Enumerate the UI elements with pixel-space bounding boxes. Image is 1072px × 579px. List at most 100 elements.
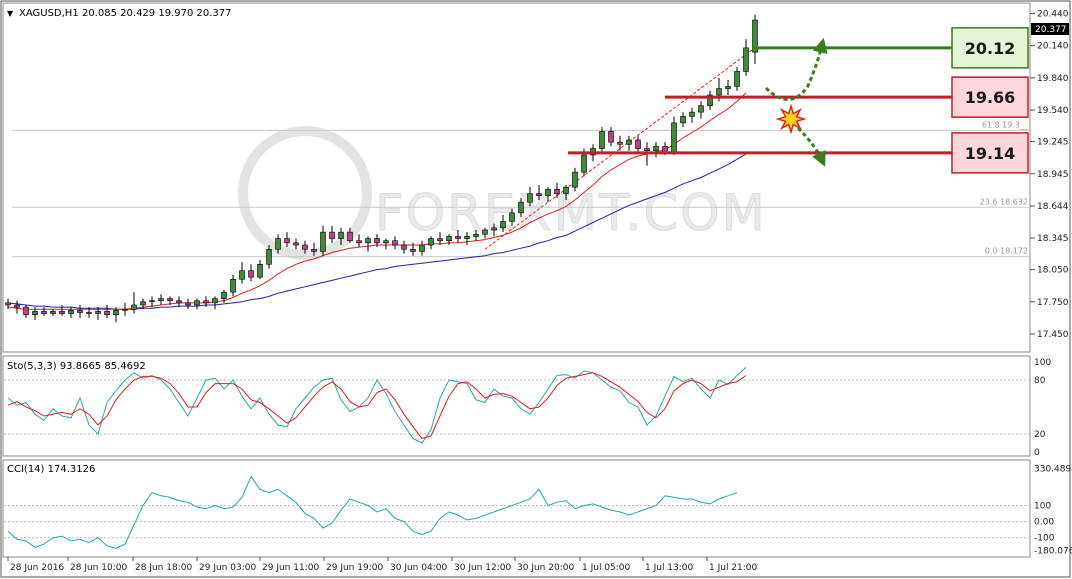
candle-body [302,244,308,250]
candle-body [473,233,479,237]
stochastic-tick-label: 0 [1034,448,1040,458]
candle-body [671,122,677,154]
candle-body [491,227,497,231]
time-tick-label: 29 Jun 03:00 [199,563,256,573]
candle-body [428,238,434,246]
price-tick-label: 19.840 [1037,74,1069,84]
candle-body [266,248,272,265]
stochastic-tick-label: 20 [1034,430,1046,440]
candle-body [554,188,560,194]
level-box-label: 19.14 [965,144,1016,163]
candle-body [356,240,362,244]
candle-body [419,244,425,252]
candle-body [221,291,227,299]
stochastic-label: Sto(5,3,3) 93.8665 85.4692 [7,361,146,372]
price-tick-label: 17.450 [1037,330,1069,340]
candle-body [275,238,281,250]
candle-body [131,304,137,310]
candle-body [743,47,749,72]
candle-body [563,186,569,194]
price-tick-label: 18.945 [1037,170,1069,180]
time-tick-label: 29 Jun 19:00 [326,563,383,573]
candle-body [392,240,398,246]
fibo-label: 61.8 19.3__ [982,120,1029,129]
cci-tick-label: -100 [1034,534,1055,544]
price-panel [2,2,1031,353]
candle-body [59,311,65,314]
stochastic-tick-label: 80 [1034,376,1046,386]
candle-body [77,310,83,313]
candle-body [212,298,218,304]
price-tick-label: 20.140 [1037,42,1069,52]
candle-body [644,148,650,152]
ohlc-readout: 20.085 20.429 19.970 20.377 [82,8,232,19]
candle-body [41,311,47,314]
candle-body [401,244,407,250]
candle-body [293,242,299,246]
candle-body [410,248,416,252]
candle-body [194,300,200,306]
candle-body [365,238,371,244]
time-tick-label: 28 Jun 2016 [10,563,64,573]
candle-body [527,193,533,203]
candle-body [203,300,209,304]
candle-body [716,88,722,96]
candle-body [698,105,704,113]
candle-body [464,236,470,239]
candle-body [383,240,389,244]
symbol-label: XAGUSD,H1 [19,8,79,19]
candle-body [536,193,542,197]
level-box-label: 19.66 [965,88,1016,107]
candle-body [50,311,56,314]
candle-body [140,301,146,306]
candle-body [572,171,578,188]
candle-body [158,298,164,302]
candle-body [347,231,353,242]
price-tick-label: 19.540 [1037,106,1069,116]
price-tick-label: 18.644 [1037,202,1069,212]
candle-body [329,231,335,239]
cci-tick-label: 100 [1034,501,1051,511]
price-tick-label: 17.750 [1037,298,1069,308]
candle-body [635,139,641,149]
candle-body [113,310,119,315]
breakout-burst-icon [775,103,807,135]
price-tick-label: 20.440 [1037,10,1069,20]
candle-body [257,263,263,278]
candle-body [185,302,191,306]
candle-body [230,278,236,293]
cci-label: CCI(14) 174.3126 [7,464,95,475]
price-tick-label: 19.245 [1037,138,1069,148]
time-tick-label: 28 Jun 10:00 [70,563,127,573]
candle-body [32,311,38,315]
symbol-dropdown-icon[interactable]: ▼ [7,9,14,18]
price-tick-label: 18.345 [1037,234,1069,244]
candle-body [617,141,623,145]
candle-body [5,302,11,306]
candle-body [338,231,344,239]
candle-body [599,131,605,149]
candle-body [311,248,317,252]
candle-body [320,231,326,252]
candle-body [455,236,461,239]
time-tick-label: 28 Jun 18:00 [135,563,192,573]
candle-body [248,270,254,278]
stochastic-tick-label: 100 [1034,358,1051,368]
candle-body [545,188,551,197]
time-tick-label: 1 Jul 05:00 [582,563,631,573]
fibo-label: 0.0 18.172 [985,247,1028,256]
candle-body [518,201,524,214]
candle-body [149,300,155,303]
price-tick-label: 18.050 [1037,266,1069,276]
time-tick-label: 30 Jun 04:00 [390,563,447,573]
stochastic-panel [2,355,1031,457]
candle-body [14,304,20,308]
candle-body [500,221,506,229]
candle-body [86,312,92,314]
last-price-tag: 20.377 [1035,25,1067,35]
trading-chart: FOREXMT.COM 61.8 19.3__23.6 18.6320.0 18… [0,0,1072,578]
candle-body [176,300,182,304]
candle-body [608,131,614,143]
candle-body [482,229,488,235]
candle-body [284,238,290,244]
